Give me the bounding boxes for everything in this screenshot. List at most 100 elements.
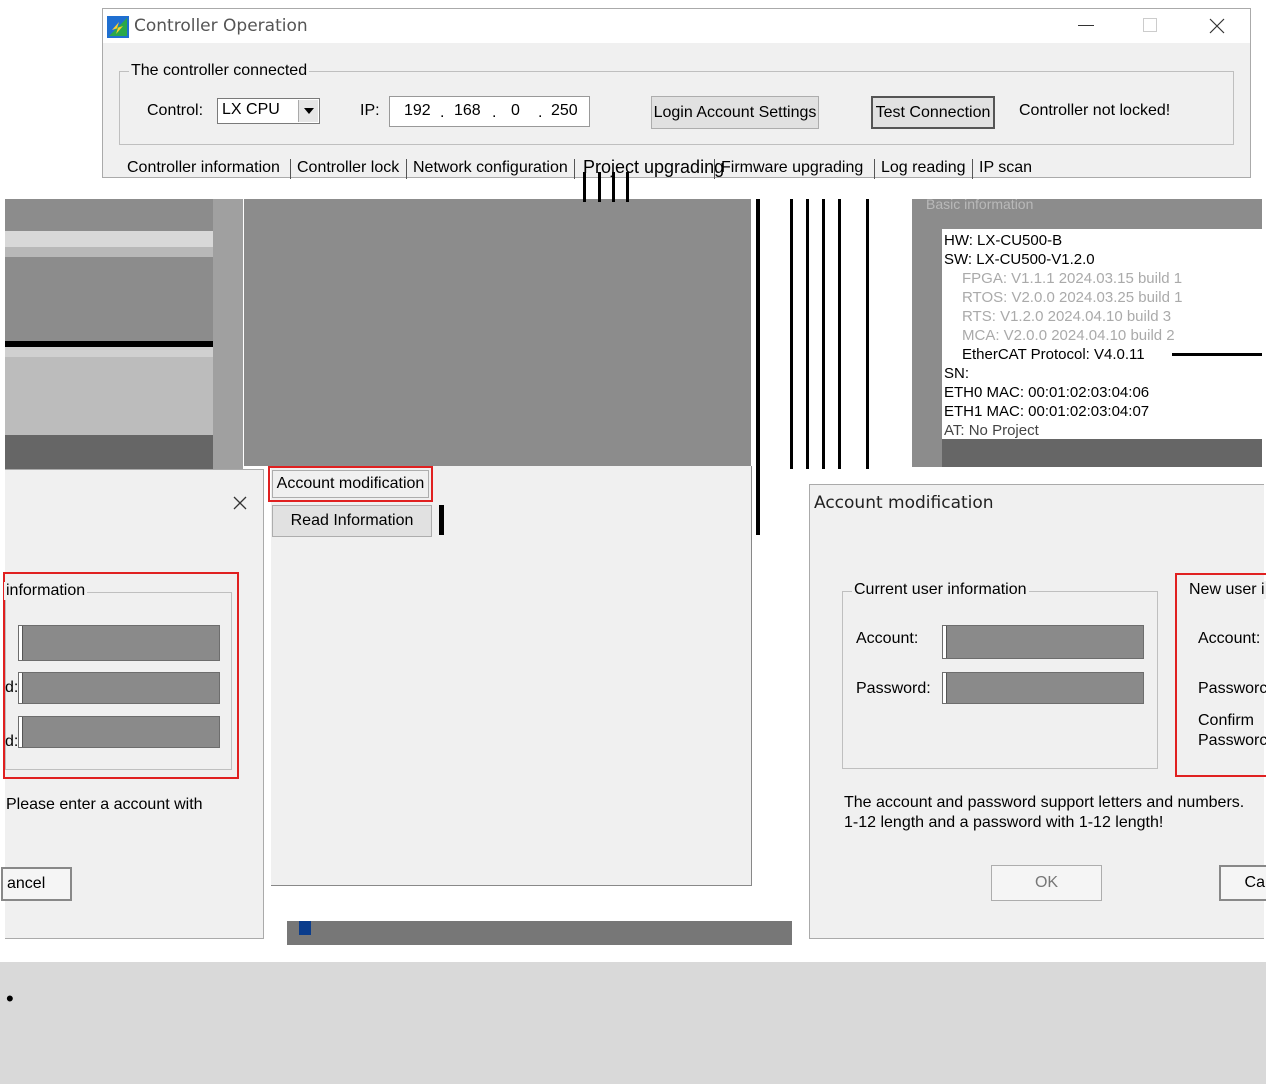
- close-icon[interactable]: [1209, 18, 1225, 34]
- list-row: [5, 357, 213, 435]
- info-sn: SN:: [944, 365, 970, 382]
- bullet: •: [6, 986, 14, 1011]
- tab-divider: [714, 159, 715, 179]
- separator-line: [583, 172, 586, 202]
- ip-input[interactable]: 192 . 168 . 0 . 250: [389, 96, 590, 127]
- info-mca: MCA: V2.0.0 2024.04.10 build 2: [962, 327, 1175, 344]
- info-hw: HW: LX-CU500-B: [944, 232, 1063, 249]
- test-connection-button[interactable]: Test Connection: [871, 96, 995, 129]
- connected-group-label: The controller connected: [129, 62, 310, 80]
- info-rtos: RTOS: V2.0.0 2024.03.25 build 1: [962, 289, 1183, 306]
- separator-line: [439, 505, 444, 535]
- list-row: [5, 247, 213, 257]
- left-hint-text: Please enter a account with: [6, 796, 203, 813]
- title-bar: Controller Operation: [103, 9, 1250, 43]
- tab-divider: [972, 159, 973, 179]
- info-rts: RTS: V1.2.0 2024.04.10 build 3: [962, 308, 1172, 325]
- tab-controller-information[interactable]: Controller information: [127, 159, 280, 177]
- dropdown-arrow[interactable]: [298, 100, 318, 122]
- tab-ip-scan[interactable]: IP scan: [979, 159, 1032, 177]
- info-at: AT: No Project: [944, 422, 1039, 439]
- confirm-password-label: Confirm: [1198, 712, 1255, 729]
- window-title: Controller Operation: [134, 16, 308, 36]
- tab-divider: [574, 159, 575, 179]
- left-background-panel: [5, 199, 243, 469]
- current-password-label: Password:: [856, 680, 931, 697]
- info-eth1: ETH1 MAC: 00:01:02:03:04:07: [944, 403, 1150, 420]
- read-information-button[interactable]: Read Information: [272, 505, 432, 537]
- confirm-password-label-2: Passworc: [1198, 732, 1266, 749]
- progress-bar-fill: [299, 921, 311, 935]
- close-icon[interactable]: [233, 496, 247, 510]
- minimize-icon[interactable]: [1078, 25, 1094, 26]
- tab-divider: [290, 159, 291, 179]
- control-select[interactable]: LX CPU: [217, 98, 320, 124]
- right-account-dialog: Account modification Current user inform…: [809, 484, 1266, 939]
- info-divider: [1172, 353, 1262, 356]
- separator-line: [790, 199, 793, 469]
- current-account-label: Account:: [856, 630, 919, 647]
- left-cancel-button[interactable]: ancel: [1, 867, 72, 901]
- separator-line: [838, 199, 841, 469]
- ip-octet-4[interactable]: 250: [551, 102, 578, 120]
- login-account-settings-button[interactable]: Login Account Settings: [651, 96, 819, 129]
- separator-line: [598, 172, 601, 202]
- tab-controller-lock[interactable]: Controller lock: [297, 159, 399, 177]
- middle-gray-panel: [244, 199, 751, 466]
- current-account-field[interactable]: [942, 625, 1144, 659]
- new-password-label: Passworc: [1198, 680, 1266, 697]
- left-password-label: d:: [5, 679, 19, 696]
- separator-line: [756, 199, 760, 535]
- cancel-button[interactable]: Ca: [1219, 865, 1266, 901]
- current-password-field[interactable]: [942, 672, 1144, 704]
- progress-bar: [287, 921, 792, 945]
- left-confirm-label: d:: [5, 733, 19, 750]
- new-user-group-label: New user i: [1187, 581, 1266, 599]
- info-fpga: FPGA: V1.1.1 2024.03.15 build 1: [962, 270, 1183, 287]
- tab-project-upgrading[interactable]: Project upgrading: [583, 157, 724, 178]
- list-row: [5, 435, 213, 469]
- control-label: Control:: [147, 102, 204, 119]
- hint-line-2: 1-12 length and a password with 1-12 len…: [844, 814, 1164, 831]
- app-logo-icon: [107, 16, 129, 38]
- separator-line: [626, 172, 629, 202]
- account-modification-button[interactable]: Account modification: [272, 470, 429, 498]
- tab-firmware-upgrading[interactable]: Firmware upgrading: [721, 159, 863, 177]
- ok-button[interactable]: OK: [991, 865, 1102, 901]
- info-text-area: HW: LX-CU500-B SW: LX-CU500-V1.2.0 FPGA:…: [942, 229, 1262, 439]
- left-info-group-label: information: [4, 582, 88, 600]
- info-ethercat: EtherCAT Protocol: V4.0.11: [962, 346, 1145, 363]
- current-user-group-label: Current user information: [852, 581, 1029, 599]
- controller-operation-window: Controller Operation The controller conn…: [102, 8, 1251, 179]
- ip-dot: .: [440, 104, 445, 121]
- separator-line: [612, 172, 615, 202]
- basic-info-panel: Basic information HW: LX-CU500-B SW: LX-…: [912, 196, 1262, 467]
- new-account-label: Account:: [1198, 630, 1261, 647]
- basic-info-group-label: Basic information: [926, 196, 1034, 212]
- maximize-icon[interactable]: [1143, 18, 1157, 32]
- left-confirm-field[interactable]: [18, 716, 220, 748]
- list-row: [5, 347, 213, 357]
- tab-log-reading[interactable]: Log reading: [881, 159, 966, 177]
- info-panel-footer: [942, 439, 1262, 467]
- chevron-down-icon: [304, 108, 314, 114]
- separator-line: [866, 199, 869, 469]
- ip-dot: .: [538, 104, 543, 121]
- info-sw: SW: LX-CU500-V1.2.0: [944, 251, 1095, 268]
- lock-status: Controller not locked!: [1019, 102, 1171, 119]
- ip-octet-3[interactable]: 0: [511, 102, 520, 120]
- dialog-title: Account modification: [814, 493, 994, 513]
- separator-line: [806, 199, 809, 469]
- tab-divider: [406, 159, 407, 179]
- ip-label: IP:: [360, 102, 380, 119]
- tab-divider: [874, 159, 875, 179]
- left-password-field[interactable]: [18, 672, 220, 704]
- left-account-field[interactable]: [18, 625, 220, 661]
- ip-octet-2[interactable]: 168: [454, 102, 481, 120]
- separator-line: [822, 199, 825, 469]
- control-select-value: LX CPU: [222, 101, 280, 118]
- tab-network-configuration[interactable]: Network configuration: [413, 159, 568, 177]
- ip-octet-1[interactable]: 192: [404, 102, 431, 120]
- panel-edge: [213, 199, 243, 469]
- footer-area: •: [0, 962, 1266, 1084]
